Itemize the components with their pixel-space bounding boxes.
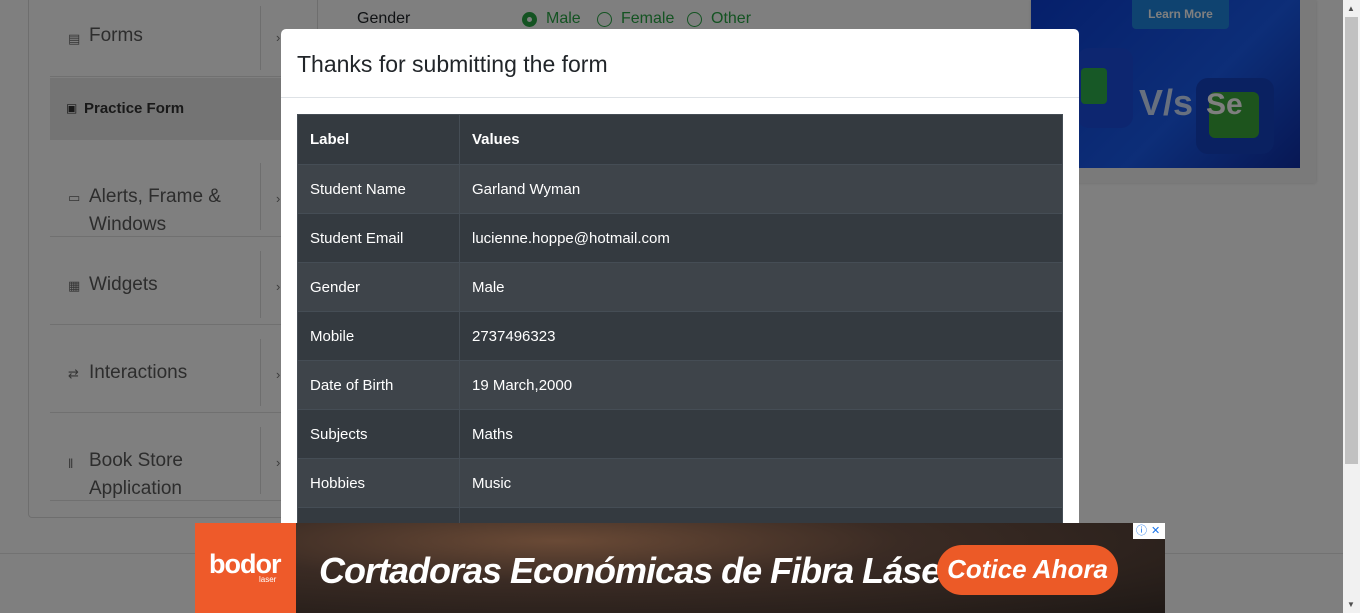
ad-headline: Cortadoras Económicas de Fibra Láser xyxy=(319,550,954,591)
brand-sub: laser xyxy=(259,575,277,584)
table-row: Hobbies Music xyxy=(297,458,1063,508)
bottom-ad-banner[interactable]: bodor laser Cortadoras Económicas de Fib… xyxy=(195,523,1165,613)
row-label: Mobile xyxy=(297,311,460,361)
row-value: Maths xyxy=(459,409,1063,459)
row-label: Student Name xyxy=(297,164,460,214)
brand-logo: bodor laser xyxy=(195,523,296,613)
close-icon[interactable]: ✕ xyxy=(1151,524,1160,538)
table-header-row: Label Values xyxy=(297,114,1063,165)
table-row: Subjects Maths xyxy=(297,409,1063,459)
column-header-values: Values xyxy=(459,114,1063,165)
row-label: Date of Birth xyxy=(297,360,460,410)
table-row: Mobile 2737496323 xyxy=(297,311,1063,361)
table-row: Student Email lucienne.hoppe@hotmail.com xyxy=(297,213,1063,263)
column-header-label: Label xyxy=(297,114,460,165)
row-value: Garland Wyman xyxy=(459,164,1063,214)
table-row: Date of Birth 19 March,2000 xyxy=(297,360,1063,410)
row-label: Student Email xyxy=(297,213,460,263)
row-label: Gender xyxy=(297,262,460,312)
modal-header: Thanks for submitting the form xyxy=(281,29,1079,98)
ad-choices[interactable]: ⓘ ✕ xyxy=(1133,523,1165,539)
page-scrollbar[interactable]: ▲ ▼ xyxy=(1343,0,1360,613)
row-value: Male xyxy=(459,262,1063,312)
table-row: Student Name Garland Wyman xyxy=(297,164,1063,214)
row-label: Subjects xyxy=(297,409,460,459)
info-icon[interactable]: ⓘ xyxy=(1136,524,1147,538)
results-table-container[interactable]: Label Values Student Name Garland Wyman … xyxy=(297,114,1063,594)
cotice-ahora-button[interactable]: Cotice Ahora xyxy=(937,545,1118,595)
row-value: 2737496323 xyxy=(459,311,1063,361)
row-label: Hobbies xyxy=(297,458,460,508)
scroll-down-icon[interactable]: ▼ xyxy=(1347,600,1355,609)
modal-title: Thanks for submitting the form xyxy=(297,51,608,77)
table-row: Gender Male xyxy=(297,262,1063,312)
row-value: lucienne.hoppe@hotmail.com xyxy=(459,213,1063,263)
scrollbar-thumb[interactable] xyxy=(1345,17,1358,464)
row-value: Music xyxy=(459,458,1063,508)
row-value: 19 March,2000 xyxy=(459,360,1063,410)
results-table: Label Values Student Name Garland Wyman … xyxy=(297,114,1063,557)
scroll-up-icon[interactable]: ▲ xyxy=(1347,4,1355,13)
